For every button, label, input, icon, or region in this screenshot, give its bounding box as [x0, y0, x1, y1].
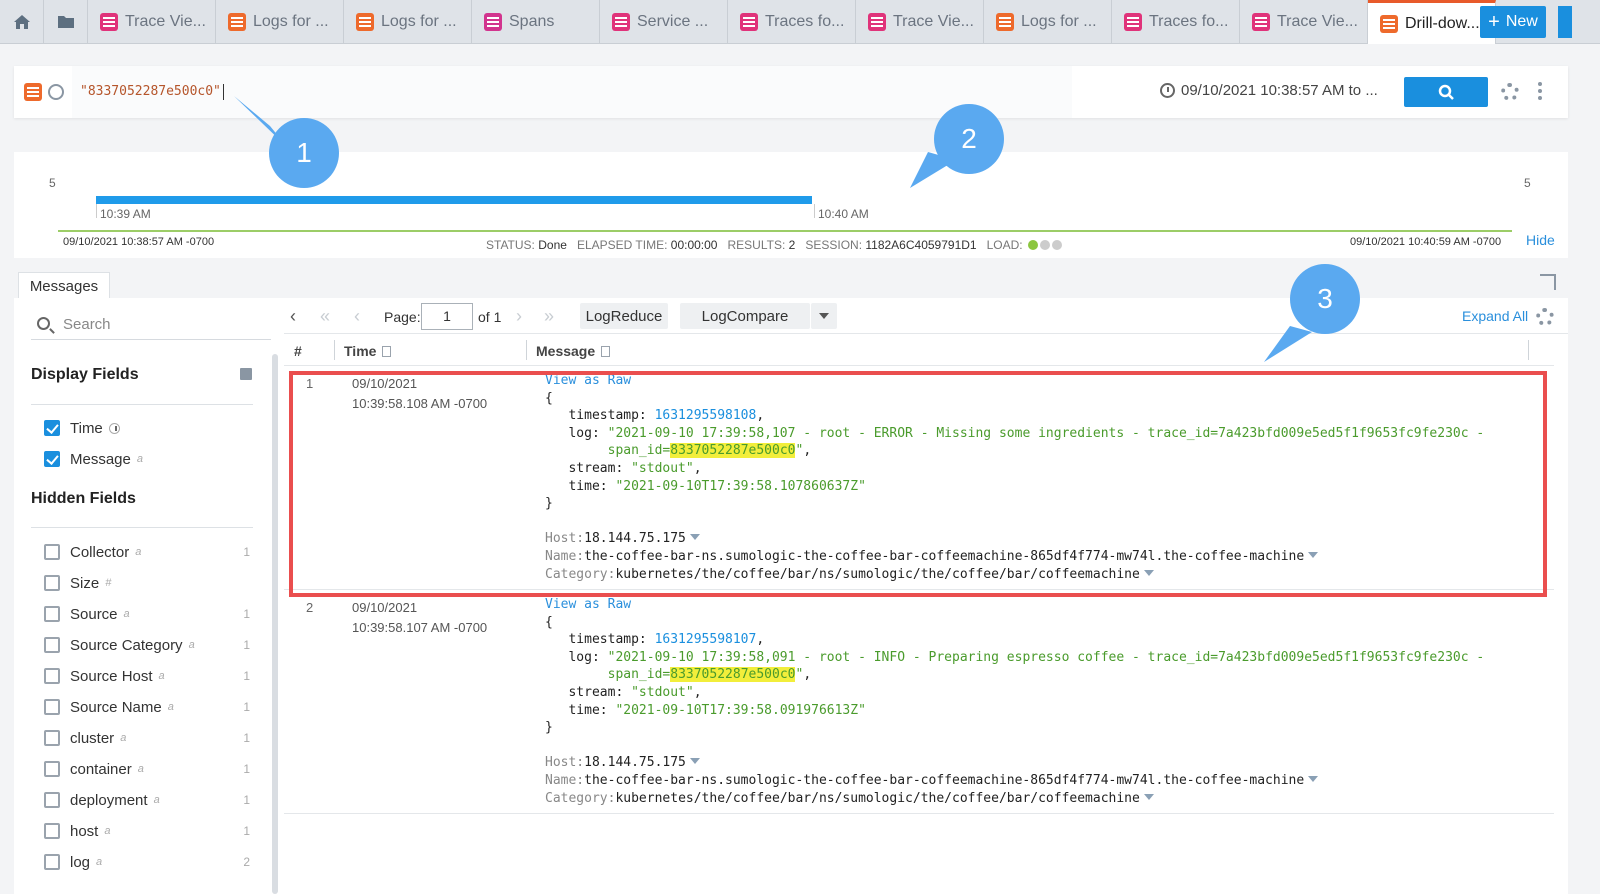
- callout-3: 3: [1290, 264, 1360, 334]
- callout-pointer-3: [1264, 326, 1312, 362]
- callout-pointers: [234, 96, 1312, 362]
- callout-1: 1: [269, 118, 339, 188]
- callout-2: 2: [934, 104, 1004, 174]
